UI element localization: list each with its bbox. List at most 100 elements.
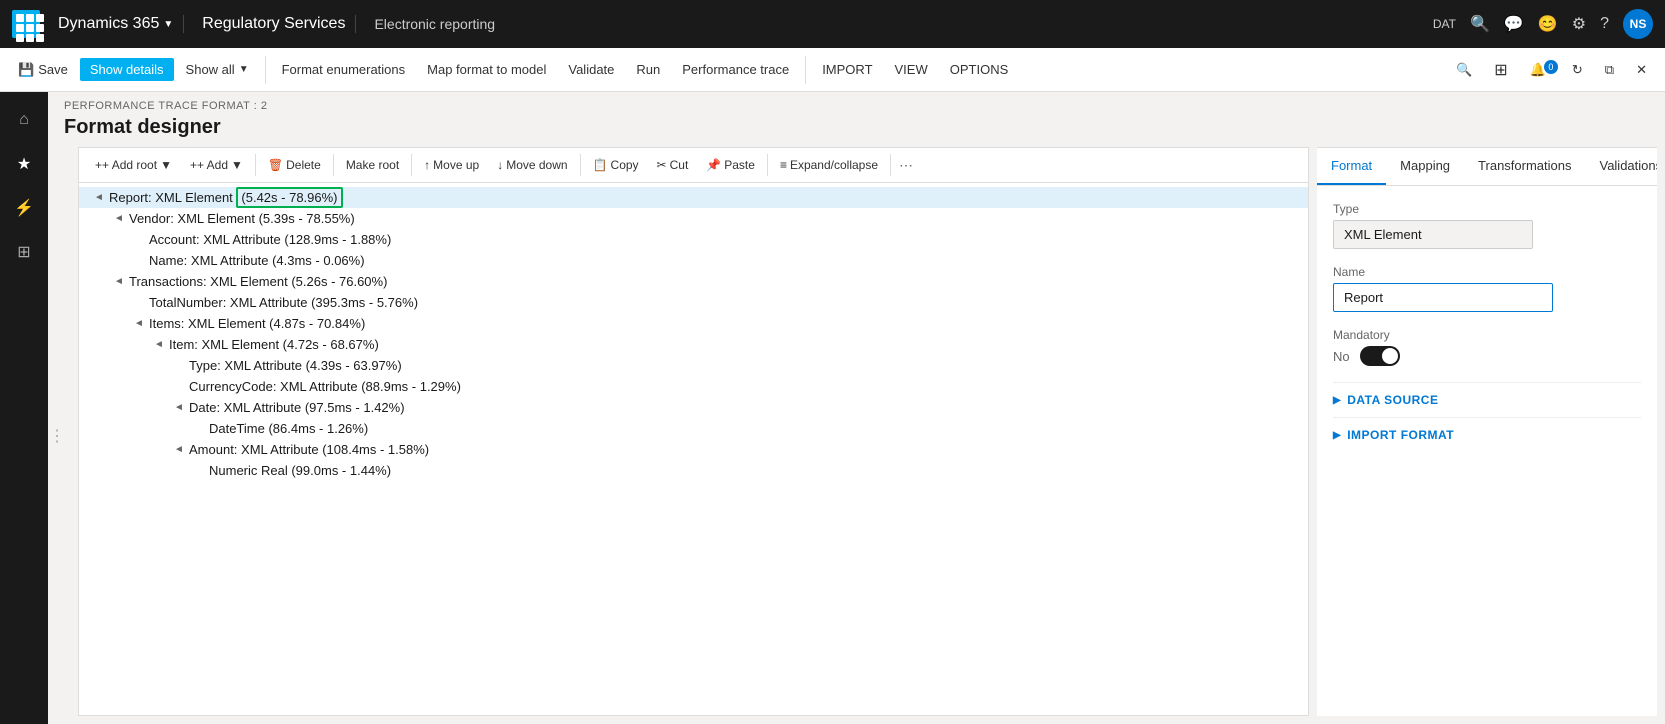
tree-row[interactable]: ◄Items: XML Element (4.87s - 70.84%) bbox=[79, 313, 1308, 334]
app-grid-icon[interactable] bbox=[12, 10, 40, 38]
run-button[interactable]: Run bbox=[626, 58, 670, 81]
expand-icon: ≡ bbox=[780, 158, 787, 172]
content-area: PERFORMANCE TRACE FORMAT : 2 Format desi… bbox=[48, 92, 1665, 724]
tree-row[interactable]: Numeric Real (99.0ms - 1.44%) bbox=[79, 460, 1308, 481]
panel-tab-validations[interactable]: Validations bbox=[1585, 148, 1657, 185]
tree-arrow: ◄ bbox=[171, 402, 187, 413]
tree-content: ◄Report: XML Element (5.42s - 78.96%)◄Ve… bbox=[79, 183, 1308, 715]
name-label: Name bbox=[1333, 265, 1641, 279]
perf-highlight: (5.42s - 78.96%) bbox=[236, 187, 342, 208]
sidebar-icon-filter[interactable]: ⚡ bbox=[4, 188, 44, 228]
panel-tab-transformations[interactable]: Transformations bbox=[1464, 148, 1585, 185]
make-root-button[interactable]: Make root bbox=[338, 154, 407, 176]
ft-sep-4 bbox=[580, 154, 581, 176]
office-icon-button[interactable]: ⊞ bbox=[1484, 56, 1517, 84]
popout-button[interactable]: ⧉ bbox=[1595, 58, 1624, 82]
tree-row[interactable]: Type: XML Attribute (4.39s - 63.97%) bbox=[79, 355, 1308, 376]
tree-arrow: ◄ bbox=[171, 444, 187, 455]
main-layout: ⌂ ★ ⚡ ⊞ PERFORMANCE TRACE FORMAT : 2 For… bbox=[0, 92, 1665, 724]
search-icon[interactable]: 🔍 bbox=[1470, 14, 1490, 34]
cut-icon: ✂ bbox=[657, 158, 667, 172]
chat-icon[interactable]: 💬 bbox=[1504, 14, 1524, 34]
import-button[interactable]: IMPORT bbox=[812, 58, 882, 81]
more-options-icon[interactable]: ⋯ bbox=[895, 157, 919, 174]
ribbon-search-button[interactable]: 🔍 bbox=[1446, 58, 1482, 82]
drag-handle[interactable]: ⋮ bbox=[48, 147, 62, 724]
format-toolbar: + + Add root ▼ + + Add ▼ 🗑 Delete bbox=[79, 148, 1308, 183]
row-text: Date: XML Attribute (97.5ms - 1.42%) bbox=[187, 400, 405, 415]
tree-row[interactable]: Account: XML Attribute (128.9ms - 1.88%) bbox=[79, 229, 1308, 250]
paste-button[interactable]: 📌 Paste bbox=[698, 154, 763, 176]
show-all-button[interactable]: Show all ▼ bbox=[176, 58, 259, 81]
performance-trace-button[interactable]: Performance trace bbox=[672, 58, 799, 81]
avatar[interactable]: NS bbox=[1623, 9, 1653, 39]
ft-sep-5 bbox=[767, 154, 768, 176]
panel-tabs: FormatMappingTransformationsValidations› bbox=[1317, 147, 1657, 186]
user-icon[interactable]: 😊 bbox=[1538, 14, 1558, 34]
tree-row[interactable]: Name: XML Attribute (4.3ms - 0.06%) bbox=[79, 250, 1308, 271]
tree-row[interactable]: ◄Report: XML Element (5.42s - 78.96%) bbox=[79, 187, 1308, 208]
type-value: XML Element bbox=[1333, 220, 1533, 249]
row-text: Numeric Real (99.0ms - 1.44%) bbox=[207, 463, 391, 478]
page-heading: Format designer bbox=[48, 116, 1665, 147]
move-up-button[interactable]: ↑ Move up bbox=[416, 154, 487, 176]
row-text: Transactions: XML Element (5.26s - 76.60… bbox=[127, 274, 387, 289]
copy-icon: 📋 bbox=[593, 158, 608, 172]
add-root-button[interactable]: + + Add root ▼ bbox=[87, 154, 180, 176]
tree-row[interactable]: ◄Amount: XML Attribute (108.4ms - 1.58%) bbox=[79, 439, 1308, 460]
name-input[interactable] bbox=[1333, 283, 1553, 312]
sidebar-icon-home[interactable]: ⌂ bbox=[4, 100, 44, 140]
tree-arrow: ◄ bbox=[111, 213, 127, 224]
mandatory-field-group: Mandatory No bbox=[1333, 328, 1641, 366]
panel-tab-mapping[interactable]: Mapping bbox=[1386, 148, 1464, 185]
show-details-button[interactable]: Show details bbox=[80, 58, 174, 81]
sidebar-icon-star[interactable]: ★ bbox=[4, 144, 44, 184]
tree-arrow: ◄ bbox=[91, 192, 107, 203]
name-field-group: Name bbox=[1333, 265, 1641, 312]
ft-sep-2 bbox=[333, 154, 334, 176]
row-text: Name: XML Attribute (4.3ms - 0.06%) bbox=[147, 253, 365, 268]
sidebar-icon-grid[interactable]: ⊞ bbox=[4, 232, 44, 272]
settings-icon[interactable]: ⚙ bbox=[1572, 14, 1586, 34]
sidebar: ⌂ ★ ⚡ ⊞ bbox=[0, 92, 48, 724]
format-enumerations-button[interactable]: Format enumerations bbox=[272, 58, 416, 81]
app-name[interactable]: Dynamics 365 ▼ bbox=[48, 15, 184, 33]
options-button[interactable]: OPTIONS bbox=[940, 58, 1019, 81]
delete-button[interactable]: 🗑 Delete bbox=[260, 154, 329, 176]
tree-row[interactable]: CurrencyCode: XML Attribute (88.9ms - 1.… bbox=[79, 376, 1308, 397]
refresh-button[interactable]: ↻ bbox=[1562, 58, 1593, 82]
expand-collapse-button[interactable]: ≡ Expand/collapse bbox=[772, 154, 886, 176]
row-text: Amount: XML Attribute (108.4ms - 1.58%) bbox=[187, 442, 429, 457]
import-format-section[interactable]: ▶ IMPORT FORMAT bbox=[1333, 417, 1641, 452]
help-icon[interactable]: ? bbox=[1600, 15, 1609, 33]
tree-row[interactable]: DateTime (86.4ms - 1.26%) bbox=[79, 418, 1308, 439]
import-format-arrow: ▶ bbox=[1333, 430, 1341, 441]
data-source-arrow: ▶ bbox=[1333, 395, 1341, 406]
notification-button[interactable]: 🔔0 bbox=[1520, 58, 1560, 82]
right-panel: FormatMappingTransformationsValidations›… bbox=[1317, 147, 1657, 716]
ft-sep-3 bbox=[411, 154, 412, 176]
tree-row[interactable]: ◄Transactions: XML Element (5.26s - 76.6… bbox=[79, 271, 1308, 292]
tree-row[interactable]: TotalNumber: XML Attribute (395.3ms - 5.… bbox=[79, 292, 1308, 313]
separator-2 bbox=[805, 56, 806, 84]
copy-button[interactable]: 📋 Copy bbox=[585, 154, 647, 176]
tree-row[interactable]: ◄Vendor: XML Element (5.39s - 78.55%) bbox=[79, 208, 1308, 229]
row-text: Vendor: XML Element (5.39s - 78.55%) bbox=[127, 211, 355, 226]
panel-tab-format[interactable]: Format bbox=[1317, 148, 1386, 185]
cut-button[interactable]: ✂ Cut bbox=[649, 154, 697, 176]
toggle-row: No bbox=[1333, 346, 1641, 366]
tree-row[interactable]: ◄Item: XML Element (4.72s - 68.67%) bbox=[79, 334, 1308, 355]
view-button[interactable]: VIEW bbox=[885, 58, 938, 81]
row-text: Report: XML Element (5.42s - 78.96%) bbox=[107, 190, 343, 205]
data-source-section[interactable]: ▶ DATA SOURCE bbox=[1333, 382, 1641, 417]
add-root-caret: ▼ bbox=[160, 158, 172, 172]
save-icon: 💾 bbox=[18, 62, 34, 78]
close-button[interactable]: ✕ bbox=[1626, 58, 1657, 82]
tree-row[interactable]: ◄Date: XML Attribute (97.5ms - 1.42%) bbox=[79, 397, 1308, 418]
mandatory-toggle[interactable] bbox=[1360, 346, 1400, 366]
validate-button[interactable]: Validate bbox=[558, 58, 624, 81]
save-button[interactable]: 💾 Save bbox=[8, 58, 78, 82]
move-down-button[interactable]: ↓ Move down bbox=[489, 154, 575, 176]
map-format-button[interactable]: Map format to model bbox=[417, 58, 556, 81]
add-button[interactable]: + + Add ▼ bbox=[182, 154, 251, 176]
